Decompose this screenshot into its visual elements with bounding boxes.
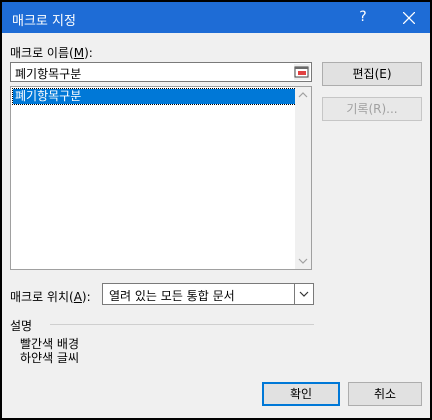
collapse-dialog-button[interactable] xyxy=(294,64,310,80)
cancel-button[interactable]: 취소 xyxy=(348,382,422,406)
list-item-selected[interactable]: 폐기항목구분 xyxy=(12,88,297,105)
description-divider xyxy=(50,324,314,325)
chevron-down-icon xyxy=(299,291,309,297)
collapse-dialog-icon xyxy=(294,66,309,78)
title-bar: 매크로 지정 ? xyxy=(2,2,430,33)
record-button[interactable]: 기록(R)... xyxy=(322,97,422,121)
dialog-title: 매크로 지정 xyxy=(12,14,76,29)
list-scrollbar[interactable] xyxy=(295,87,311,269)
description-line-2: 하얀색 글씨 xyxy=(20,351,80,365)
assign-macro-dialog: 매크로 지정 ? 매크로 이름(M): 폐기항목구분 폐기항목구분 편집(E) … xyxy=(2,2,430,418)
macro-name-input[interactable]: 폐기항목구분 xyxy=(10,62,312,82)
macro-location-label: 매크로 위치(A): xyxy=(10,290,91,304)
ok-button[interactable]: 확인 xyxy=(262,382,340,406)
macro-list[interactable]: 폐기항목구분 xyxy=(10,86,312,270)
scroll-arrows-icon xyxy=(298,92,308,264)
close-icon xyxy=(403,12,415,24)
macro-location-value: 열려 있는 모든 통합 문서 xyxy=(109,289,235,303)
macro-name-value: 폐기항목구분 xyxy=(15,67,82,81)
macro-location-select[interactable]: 열려 있는 모든 통합 문서 xyxy=(102,283,314,305)
help-button[interactable]: ? xyxy=(348,2,378,33)
edit-button[interactable]: 편집(E) xyxy=(322,62,422,86)
close-button[interactable] xyxy=(394,2,424,33)
description-heading: 설명 xyxy=(10,319,33,333)
dropdown-button[interactable] xyxy=(294,284,313,304)
macro-name-label: 매크로 이름(M): xyxy=(10,46,93,60)
